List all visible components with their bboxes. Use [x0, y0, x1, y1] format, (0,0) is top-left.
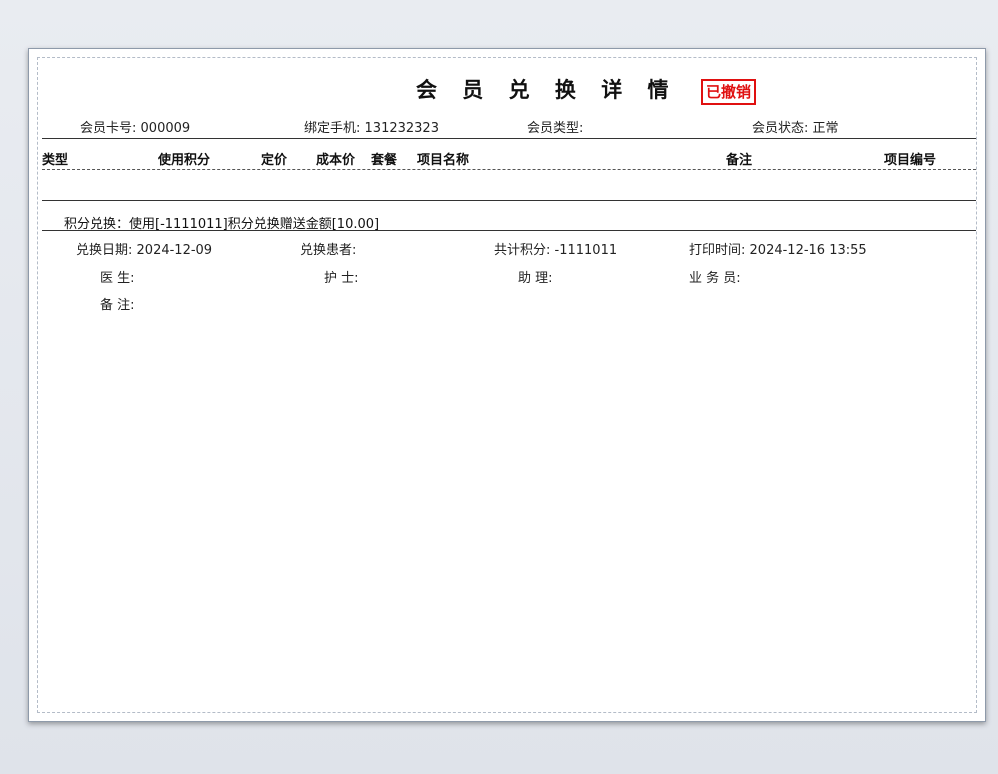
column-header-cost: 成本价	[316, 153, 356, 168]
exchange-date-value: 2024-12-09	[136, 243, 213, 258]
assistant-label: 助 理:	[518, 271, 553, 286]
member-type-label: 会员类型:	[527, 121, 584, 136]
exchange-date-field: 兑换日期: 2024-12-09	[76, 239, 212, 258]
remark-label: 备 注:	[100, 298, 135, 313]
exchange-patient-field: 兑换患者:	[300, 239, 356, 258]
revoked-stamp: 已撤销	[701, 79, 757, 105]
print-time-field: 打印时间: 2024-12-16 13:55	[689, 239, 867, 258]
bound-phone-label: 绑定手机:	[304, 121, 361, 136]
column-header-type: 类型	[42, 153, 69, 168]
column-header-item-name: 项目名称	[417, 153, 470, 168]
total-points-field: 共计积分: -1111011	[494, 239, 617, 258]
print-time-value: 2024-12-16 13:55	[749, 243, 867, 258]
salesperson-label: 业 务 员:	[689, 271, 741, 286]
column-header-item-code: 项目编号	[884, 153, 937, 168]
section-rule-bottom	[42, 230, 976, 231]
column-header-points-used: 使用积分	[158, 153, 211, 168]
column-header-price: 定价	[261, 153, 288, 168]
column-header-remark: 备注	[726, 153, 753, 168]
member-status-field: 会员状态: 正常	[752, 117, 839, 136]
total-points-value: -1111011	[554, 243, 618, 258]
exchange-patient-label: 兑换患者:	[300, 243, 357, 258]
section-rule-top	[42, 200, 976, 201]
doctor-label: 医 生:	[100, 271, 135, 286]
header-top-rule	[42, 138, 976, 139]
print-preview-page: 会 员 兑 换 详 情 已撤销 会员卡号: 000009 绑定手机: 13123…	[28, 48, 986, 722]
member-type-field: 会员类型:	[527, 117, 583, 136]
nurse-label: 护 士:	[324, 271, 359, 286]
exchange-date-label: 兑换日期:	[76, 243, 133, 258]
page-margin-frame: 会 员 兑 换 详 情 已撤销 会员卡号: 000009 绑定手机: 13123…	[37, 57, 977, 713]
total-points-label: 共计积分:	[494, 243, 551, 258]
report-title: 会 员 兑 换 详 情	[416, 78, 678, 102]
card-number-label: 会员卡号:	[80, 121, 137, 136]
card-number-field: 会员卡号: 000009	[80, 117, 190, 136]
header-bottom-dashed-rule	[42, 169, 976, 170]
print-time-label: 打印时间:	[689, 243, 746, 258]
member-status-value: 正常	[812, 121, 839, 136]
bound-phone-value: 131232323	[364, 121, 439, 136]
member-status-label: 会员状态:	[752, 121, 809, 136]
column-header-package: 套餐	[371, 153, 398, 168]
bound-phone-field: 绑定手机: 131232323	[304, 117, 439, 136]
card-number-value: 000009	[140, 121, 191, 136]
